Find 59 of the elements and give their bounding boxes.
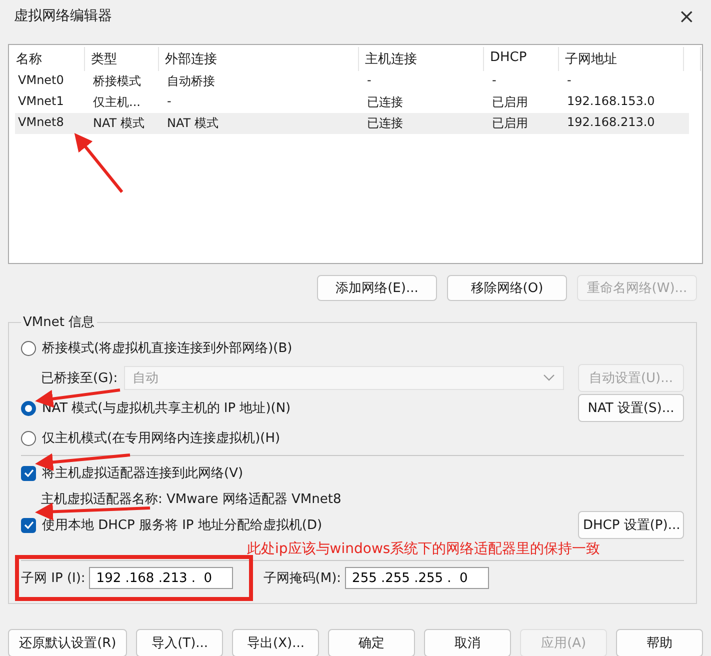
table-cell-text: 自动桥接 [166, 73, 216, 90]
dialog-button[interactable]: 导出(X)... [232, 629, 320, 656]
checkbox-label[interactable]: 使用本地 DHCP 服务将 IP 地址分配给虚拟机(D) [42, 516, 322, 534]
check-icon [24, 521, 34, 529]
dialog-button[interactable]: 确定 [328, 629, 416, 656]
column-header[interactable]: DHCP [484, 47, 559, 71]
field-label: 子网 IP (I): [21, 570, 86, 587]
table-cell-text: NAT 模式 [166, 115, 220, 132]
column-header[interactable]: 外部连接 [159, 47, 359, 71]
table-cell-text: 桥接模式 [92, 73, 142, 90]
group-title: VMnet 信息 [22, 314, 96, 331]
dialog-button[interactable]: 取消 [424, 629, 512, 656]
radio-button[interactable] [21, 400, 36, 416]
check-icon [24, 469, 34, 477]
radio-button[interactable] [21, 430, 36, 446]
table-cell-text: - [366, 72, 372, 89]
table-cell-text: 仅主机... [92, 94, 142, 111]
table-cell-text: 192.168.213.0 [566, 114, 656, 131]
network-button[interactable]: 添加网络(E)... [317, 275, 437, 301]
network-button[interactable]: 移除网络(O) [447, 275, 567, 301]
arrow-annotation [74, 133, 124, 193]
radio-label[interactable]: 桥接模式(将虚拟机直接连接到外部网络)(B) [42, 339, 292, 357]
column-header[interactable]: 主机连接 [359, 47, 484, 71]
table-cell-text: VMnet1 [17, 93, 65, 110]
table-cell-text: 192.168.153.0 [566, 93, 656, 110]
adapter-name-text: 主机虚拟适配器名称: VMware 网络适配器 VMnet8 [41, 491, 342, 508]
checkbox[interactable] [21, 518, 36, 532]
checkbox[interactable] [21, 466, 36, 480]
dialog-button[interactable]: 还原默认设置(R) [8, 629, 128, 656]
radio-label[interactable]: 仅主机模式(在专用网络内连接虚拟机)(H) [42, 429, 280, 447]
table-cell-text: VMnet8 [17, 114, 65, 131]
dialog-button[interactable]: 导入(T)... [136, 629, 224, 656]
column-header[interactable]: 子网地址 [559, 47, 684, 71]
field-label: 已桥接至(G): [41, 370, 118, 387]
table-row[interactable]: VMnet8 NAT 模式 NAT 模式 已连接 已启用 192.168.213.0 [15, 113, 689, 134]
table-cell-text: - [566, 72, 572, 89]
radio-button[interactable] [21, 340, 36, 356]
chevron-down-icon [543, 374, 555, 382]
table-cell-text: 已启用 [491, 94, 529, 111]
close-button[interactable]: × [674, 4, 699, 28]
dialog-button[interactable]: 帮助 [616, 629, 704, 656]
table-cell-text: VMnet0 [17, 72, 65, 89]
dhcp-settings-button[interactable]: DHCP 设置(P)... [578, 511, 684, 539]
table-cell-text: 已连接 [366, 94, 404, 111]
field-label: 子网掩码(M): [263, 570, 342, 587]
table-row[interactable]: VMnet0 桥接模式 自动桥接 - - - [15, 71, 689, 92]
table-cell-text: - [491, 72, 498, 89]
table-cell-text: - [166, 93, 172, 110]
column-header[interactable]: 名称 [10, 47, 85, 71]
window-title: 虚拟网络编辑器 [14, 7, 112, 25]
subnet-ip-field[interactable]: 192 .168 .213 . 0 [89, 567, 234, 589]
subnet-mask-field[interactable]: 255 .255 .255 . 0 [345, 567, 490, 589]
table-cell-text: 已启用 [491, 115, 529, 132]
table-cell-text: 已连接 [366, 115, 404, 132]
column-header[interactable]: 类型 [85, 47, 159, 71]
settings-button[interactable]: NAT 设置(S)... [578, 394, 684, 422]
table-cell-text: NAT 模式 [92, 115, 146, 132]
table-row[interactable]: VMnet1 仅主机... - 已连接 已启用 192.168.153.0 [15, 92, 689, 113]
annotation-text: 此处ip应该与windows系统下的网络适配器里的保持一致 [247, 541, 600, 557]
